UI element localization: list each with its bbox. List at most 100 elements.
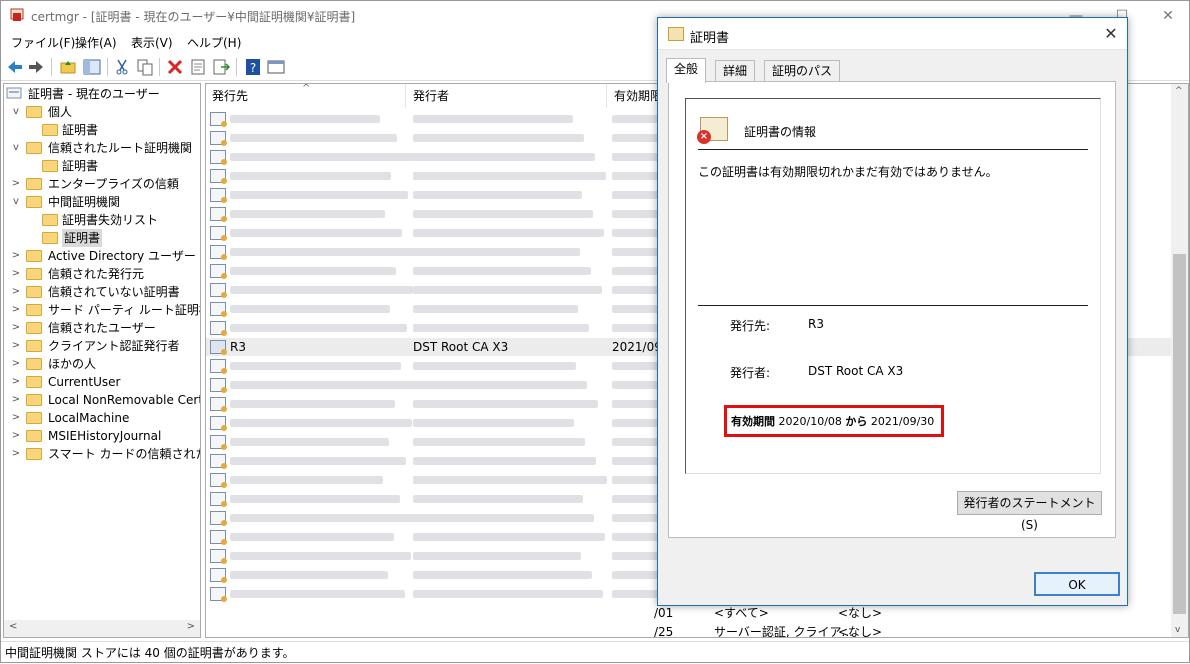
tree-item-label: CurrentUser: [48, 375, 121, 389]
obscured-cell: [413, 153, 595, 161]
obscured-cell: [413, 134, 584, 142]
menu-view[interactable]: 表示(V): [131, 34, 173, 51]
chevron-down-icon[interactable]: v: [10, 103, 22, 121]
chevron-right-icon[interactable]: >: [10, 427, 22, 445]
sort-ascending-icon: ^: [302, 83, 311, 94]
obscured-cell: [413, 115, 573, 123]
scroll-right-icon[interactable]: >: [187, 621, 195, 632]
obscured-cell: [413, 571, 592, 579]
issuer-statement-button[interactable]: 発行者のステートメント(S): [957, 491, 1102, 532]
valid-to: 2021/09/30: [870, 415, 935, 428]
cell-friendly-name: <なし>: [838, 606, 883, 620]
close-button[interactable]: ✕: [1145, 1, 1190, 31]
chevron-right-icon[interactable]: >: [10, 409, 22, 427]
column-header-issued-to[interactable]: 発行先 ^: [206, 84, 406, 108]
folder-icon: [42, 232, 58, 244]
chevron-right-icon[interactable]: >: [10, 355, 22, 373]
valid-from: 2020/10/08: [778, 415, 842, 428]
obscured-cell: [612, 400, 660, 408]
certificate-icon: [210, 283, 227, 298]
certificate-icon: [210, 511, 227, 526]
delete-icon[interactable]: [166, 58, 184, 76]
column-label: 発行者: [413, 89, 450, 103]
back-arrow-icon[interactable]: [6, 58, 24, 76]
certificate-icon: [210, 378, 227, 393]
export-list-icon[interactable]: [212, 58, 230, 76]
certificate-icon: [210, 397, 227, 412]
obscured-cell: [413, 362, 576, 370]
scroll-thumb[interactable]: [1173, 254, 1186, 614]
scroll-down-icon[interactable]: v: [1175, 625, 1180, 635]
tab-certification-path[interactable]: 証明のパス: [764, 60, 841, 82]
chevron-down-icon[interactable]: v: [10, 139, 22, 157]
table-row[interactable]: /01 <すべて> <なし>: [206, 604, 1171, 622]
scroll-left-icon[interactable]: <: [9, 621, 17, 632]
column-label: 発行先: [212, 89, 249, 103]
tree-horizontal-scrollbar[interactable]: < >: [4, 620, 200, 637]
folder-icon: [42, 214, 58, 226]
obscured-cell: [612, 514, 660, 522]
tree-item-label: 証明書: [62, 123, 99, 137]
ok-button[interactable]: OK: [1034, 572, 1120, 596]
copy-icon[interactable]: [136, 58, 154, 76]
properties-icon[interactable]: [189, 58, 207, 76]
folder-icon: [26, 268, 42, 280]
up-folder-icon[interactable]: [59, 58, 77, 76]
chevron-right-icon[interactable]: >: [10, 337, 22, 355]
chevron-right-icon[interactable]: >: [10, 175, 22, 193]
view-pane-icon[interactable]: [267, 58, 285, 76]
obscured-cell: [413, 457, 596, 465]
chevron-right-icon[interactable]: >: [10, 319, 22, 337]
obscured-cell: [230, 134, 397, 142]
tree-item-label: クライアント認証発行者: [48, 339, 180, 353]
dialog-title: 証明書: [690, 31, 730, 46]
obscured-cell: [413, 324, 589, 332]
certificate-icon: [210, 454, 227, 469]
dialog-close-button[interactable]: ✕: [1095, 18, 1127, 50]
folder-icon: [26, 448, 42, 460]
menu-file[interactable]: ファイル(F): [11, 34, 75, 51]
folder-icon: [26, 322, 42, 334]
chevron-right-icon[interactable]: >: [10, 373, 22, 391]
menu-action[interactable]: 操作(A): [75, 34, 117, 51]
obscured-cell: [612, 134, 660, 142]
menu-help[interactable]: ヘルプ(H): [187, 34, 241, 51]
certificate-store-icon: [6, 87, 22, 99]
column-header-issued-by[interactable]: 発行者: [407, 84, 607, 108]
chevron-right-icon[interactable]: >: [10, 247, 22, 265]
forward-arrow-icon[interactable]: [27, 58, 45, 76]
certificate-icon: [210, 530, 227, 545]
help-icon[interactable]: ?: [244, 58, 262, 76]
certificate-icon: [210, 264, 227, 279]
chevron-right-icon[interactable]: >: [10, 445, 22, 463]
scroll-up-icon[interactable]: ^: [1175, 86, 1183, 96]
certificate-icon: [210, 549, 227, 564]
certificate-icon: [210, 131, 227, 146]
tab-details[interactable]: 詳細: [715, 60, 756, 82]
certificate-icon: [210, 587, 227, 602]
obscured-cell: [612, 571, 660, 579]
cut-icon[interactable]: [113, 58, 131, 76]
certificate-icon: [210, 150, 227, 165]
chevron-right-icon[interactable]: >: [10, 283, 22, 301]
obscured-cell: [413, 305, 578, 313]
folder-icon: [26, 376, 42, 388]
folder-icon: [26, 250, 42, 262]
table-row[interactable]: /25 サーバー認証, クライア... <なし>: [206, 623, 1171, 637]
chevron-right-icon[interactable]: >: [10, 301, 22, 319]
obscured-cell: [230, 286, 413, 294]
chevron-right-icon[interactable]: >: [10, 265, 22, 283]
obscured-cell: [612, 153, 660, 161]
chevron-down-icon[interactable]: v: [10, 193, 22, 211]
show-hide-tree-icon[interactable]: [83, 58, 101, 76]
obscured-cell: [612, 248, 660, 256]
obscured-cell: [230, 514, 417, 522]
obscured-cell: [413, 286, 602, 294]
obscured-cell: [230, 495, 400, 503]
issued-by-value: DST Root CA X3: [808, 364, 904, 378]
issued-to-label: 発行先:: [730, 319, 771, 333]
tab-general[interactable]: 全般: [666, 58, 707, 83]
obscured-cell: [230, 267, 396, 275]
list-vertical-scrollbar[interactable]: ^ v: [1171, 84, 1188, 637]
chevron-right-icon[interactable]: >: [10, 391, 22, 409]
